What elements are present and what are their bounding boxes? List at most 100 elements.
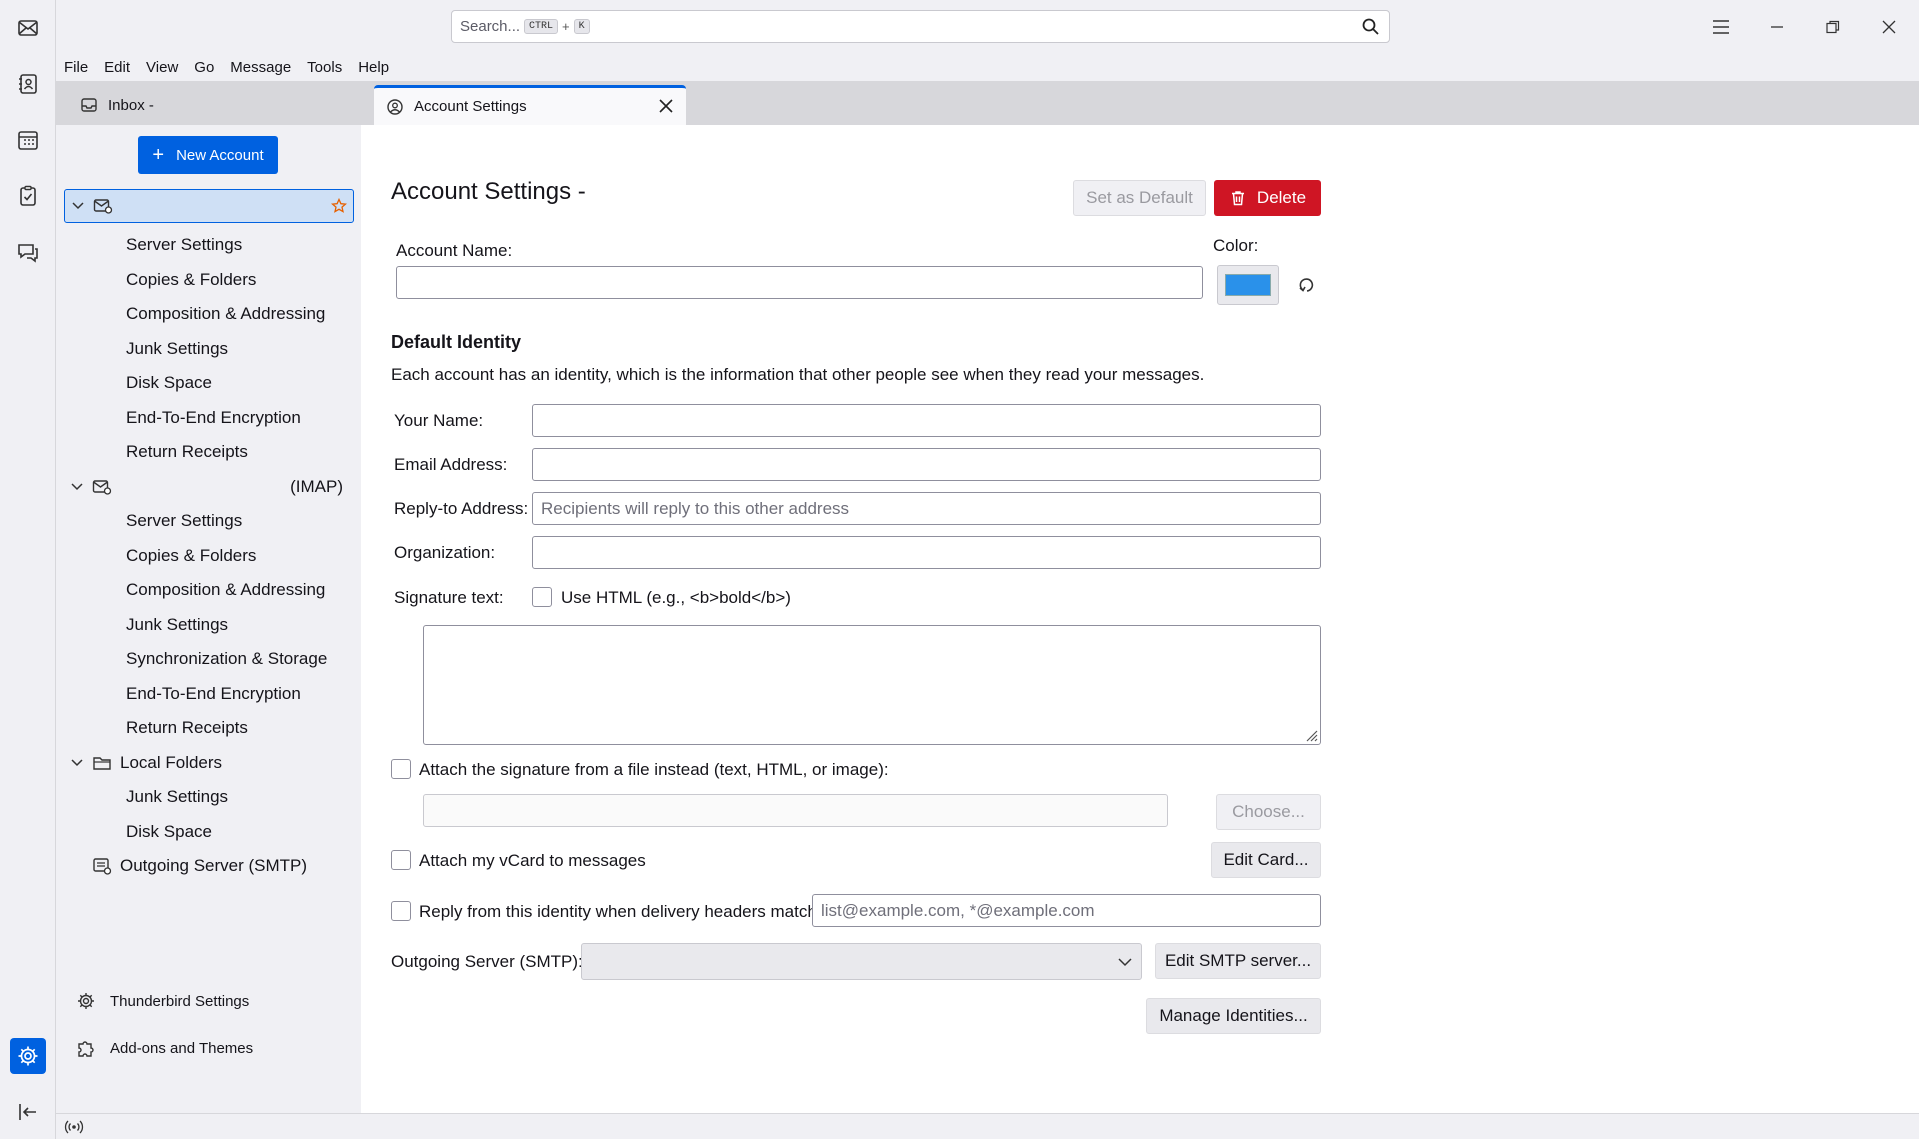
- addons-themes-link[interactable]: Add-ons and Themes: [76, 1038, 253, 1058]
- tree-item-label: Return Receipts: [126, 718, 248, 737]
- delivery-headers-input[interactable]: list@example.com, *@example.com: [812, 894, 1321, 927]
- calendar-button[interactable]: [10, 122, 46, 158]
- tree-item-label: Synchronization & Storage: [126, 649, 328, 668]
- default-identity-heading: Default Identity: [391, 332, 522, 352]
- account2-return-receipts[interactable]: Return Receipts: [56, 711, 361, 745]
- edit-card-button[interactable]: Edit Card...: [1211, 842, 1321, 878]
- thunderbird-settings-link[interactable]: Thunderbird Settings: [76, 991, 249, 1011]
- reset-color-icon[interactable]: [1297, 275, 1317, 295]
- attach-vcard-checkbox[interactable]: [391, 850, 411, 870]
- menu-help[interactable]: Help: [358, 59, 389, 76]
- account1-server-settings[interactable]: Server Settings: [56, 228, 361, 262]
- account1-row[interactable]: [64, 189, 354, 223]
- app-menu-button[interactable]: [1706, 12, 1736, 42]
- delete-account-button[interactable]: Delete: [1214, 180, 1321, 216]
- choose-file-button[interactable]: Choose...: [1216, 794, 1321, 830]
- chat-button[interactable]: [10, 234, 46, 270]
- collapse-spaces-button[interactable]: [10, 1094, 46, 1130]
- menu-file[interactable]: File: [64, 59, 88, 76]
- your-name-input[interactable]: [532, 404, 1321, 437]
- account1-disk-space[interactable]: Disk Space: [56, 366, 361, 400]
- edit-smtp-server-button[interactable]: Edit SMTP server...: [1155, 943, 1321, 979]
- close-tab-icon[interactable]: [656, 96, 676, 116]
- account2-sync-storage[interactable]: Synchronization & Storage: [56, 642, 361, 676]
- account1-copies-folders[interactable]: Copies & Folders: [56, 263, 361, 297]
- organization-input[interactable]: [532, 536, 1321, 569]
- menu-view[interactable]: View: [146, 59, 178, 76]
- outgoing-server-select[interactable]: [581, 943, 1142, 980]
- attach-signature-file-checkbox[interactable]: [391, 759, 411, 779]
- account2-composition-addressing[interactable]: Composition & Addressing: [56, 573, 361, 607]
- outgoing-server-label: Outgoing Server (SMTP):: [391, 952, 583, 971]
- account2-row[interactable]: (IMAP): [56, 470, 361, 504]
- chevron-down-icon: [1118, 958, 1132, 967]
- menu-edit[interactable]: Edit: [104, 59, 130, 76]
- signature-textarea[interactable]: [423, 625, 1321, 745]
- account1-return-receipts[interactable]: Return Receipts: [56, 435, 361, 469]
- mail-space-button[interactable]: [10, 10, 46, 46]
- search-icon[interactable]: [1361, 17, 1381, 37]
- settings-space-button[interactable]: [10, 1038, 46, 1074]
- chevron-down-icon[interactable]: [70, 756, 84, 770]
- delete-label: Delete: [1256, 188, 1307, 207]
- account2-server-settings[interactable]: Server Settings: [56, 504, 361, 538]
- search-placeholder: Search...: [460, 18, 521, 35]
- account2-junk-settings[interactable]: Junk Settings: [56, 608, 361, 642]
- tab-inbox[interactable]: Inbox -: [66, 85, 366, 125]
- account-settings-icon: [387, 98, 403, 115]
- chat-icon: [18, 244, 38, 263]
- tree-item-label: Copies & Folders: [126, 270, 257, 289]
- tree-item-label: End-To-End Encryption: [126, 408, 301, 427]
- menu-bar: File Edit View Go Message Tools Help: [56, 53, 1919, 81]
- menu-message[interactable]: Message: [230, 59, 291, 76]
- menu-go[interactable]: Go: [194, 59, 214, 76]
- local-folders-row[interactable]: Local Folders: [56, 746, 361, 780]
- close-window-button[interactable]: [1874, 12, 1904, 42]
- email-address-input[interactable]: [532, 448, 1321, 481]
- restore-icon: [1826, 20, 1840, 34]
- restore-button[interactable]: [1818, 12, 1848, 42]
- chevron-down-icon[interactable]: [71, 199, 85, 213]
- calendar-icon: [18, 131, 38, 150]
- account1-composition-addressing[interactable]: Composition & Addressing: [56, 297, 361, 331]
- organization-label: Organization:: [394, 543, 496, 562]
- account-name-input[interactable]: [396, 266, 1203, 299]
- reply-to-label: Reply-to Address:: [394, 499, 529, 518]
- account2-copies-folders[interactable]: Copies & Folders: [56, 539, 361, 573]
- account-name-label: Account Name:: [396, 241, 513, 260]
- tree-item-label: Junk Settings: [126, 339, 229, 358]
- new-account-button[interactable]: + New Account: [138, 136, 278, 174]
- status-bar: [56, 1113, 1919, 1139]
- mail-account-icon: [92, 480, 112, 495]
- new-account-label: New Account: [176, 146, 264, 164]
- chevron-down-icon[interactable]: [70, 480, 84, 494]
- reply-from-identity-checkbox[interactable]: [391, 901, 411, 921]
- local-junk-settings[interactable]: Junk Settings: [56, 780, 361, 814]
- account2-e2e-encryption[interactable]: End-To-End Encryption: [56, 677, 361, 711]
- resize-grip-icon[interactable]: [1304, 728, 1318, 742]
- manage-identities-button[interactable]: Manage Identities...: [1146, 998, 1321, 1034]
- reply-to-input[interactable]: Recipients will reply to this other addr…: [532, 492, 1321, 525]
- tab-account-settings[interactable]: Account Settings: [374, 85, 686, 125]
- tasks-button[interactable]: [10, 178, 46, 214]
- global-search-input[interactable]: Search... CTRL + K: [451, 10, 1390, 43]
- account1-junk-settings[interactable]: Junk Settings: [56, 332, 361, 366]
- tree-item-label: Disk Space: [126, 373, 212, 392]
- outgoing-server-row[interactable]: Outgoing Server (SMTP): [56, 849, 361, 883]
- tab-bar: Inbox - Account Settings: [56, 81, 1919, 125]
- online-status-icon[interactable]: [64, 1118, 84, 1136]
- local-disk-space[interactable]: Disk Space: [56, 815, 361, 849]
- menu-tools[interactable]: Tools: [307, 59, 342, 76]
- set-as-default-button[interactable]: Set as Default: [1073, 180, 1206, 216]
- minimize-button[interactable]: [1762, 12, 1792, 42]
- folder-icon: [93, 757, 111, 770]
- gear-icon: [18, 1046, 38, 1066]
- use-html-checkbox[interactable]: [532, 587, 552, 607]
- account-color-picker[interactable]: [1217, 265, 1279, 305]
- account1-e2e-encryption[interactable]: End-To-End Encryption: [56, 401, 361, 435]
- mail-account-icon: [93, 199, 113, 214]
- signature-file-path-input[interactable]: [423, 794, 1168, 827]
- inbox-icon: [81, 98, 97, 112]
- address-book-button[interactable]: [10, 66, 46, 102]
- tab-inbox-label: Inbox -: [108, 96, 154, 114]
